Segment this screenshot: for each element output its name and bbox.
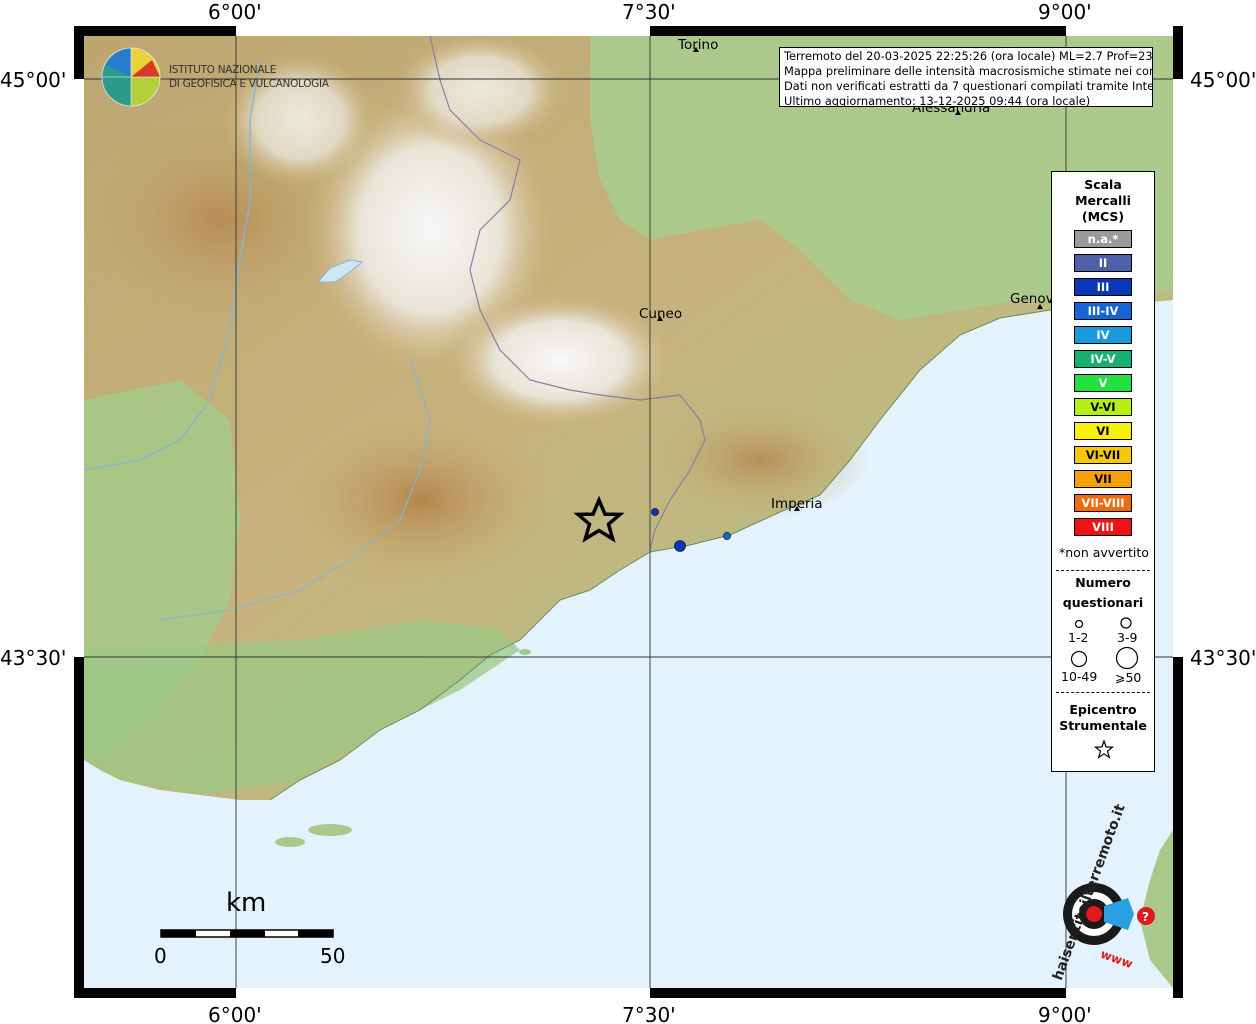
city-cuneo: Cuneo bbox=[639, 306, 682, 322]
epicenter-legend-star-icon bbox=[1093, 739, 1115, 759]
city-label-cuneo: Cuneo bbox=[639, 306, 682, 322]
mcs-scale-item: III-IV bbox=[1074, 302, 1132, 320]
mcs-scale-item: VIII bbox=[1074, 518, 1132, 536]
prealps-relief bbox=[280, 410, 560, 590]
city-label-torino: Torino bbox=[677, 37, 718, 53]
scale-bar-max: 50 bbox=[320, 944, 346, 968]
scale-bar bbox=[160, 929, 334, 938]
event-info-box: Terremoto del 20-03-2025 22:25:26 (ora l… bbox=[779, 47, 1153, 107]
island-hyeres-2 bbox=[275, 837, 305, 847]
count-label-1-2: 1-2 bbox=[1068, 630, 1089, 645]
mcs-scale-item: IV-V bbox=[1074, 350, 1132, 368]
event-info-line1: Terremoto del 20-03-2025 22:25:26 (ora l… bbox=[784, 49, 1153, 63]
ingv-logo-line1: ISTITUTO NAZIONALE bbox=[169, 64, 277, 76]
epicenter-title-line1: Epicentro bbox=[1069, 702, 1137, 717]
report-point[interactable] bbox=[723, 532, 731, 540]
lon-label-top-7-30: 7°30' bbox=[622, 0, 676, 24]
event-info-line4: Ultimo aggiornamento: 13-12-2025 09:44 (… bbox=[784, 94, 1091, 107]
lon-label-bottom-9: 9°00' bbox=[1038, 1003, 1092, 1024]
mcs-scale-item: V bbox=[1074, 374, 1132, 392]
lon-label-top-6: 6°00' bbox=[208, 0, 262, 24]
epicenter-title-line2: Strumentale bbox=[1059, 718, 1147, 733]
ingv-logo-icon bbox=[101, 47, 161, 107]
scale-bar-unit: km bbox=[226, 888, 267, 918]
count-label-10-49: 10-49 bbox=[1061, 669, 1098, 684]
mcs-scale-item: VII-VIII bbox=[1074, 494, 1132, 512]
mcs-scale-item: IV bbox=[1074, 326, 1132, 344]
count-title-line1: Numero bbox=[1075, 575, 1131, 590]
mcs-scale-item: V-VI bbox=[1074, 398, 1132, 416]
mcs-scale-item: VI bbox=[1074, 422, 1132, 440]
island-hyeres-1 bbox=[308, 824, 352, 836]
lat-label-right-43-30: 43°30' bbox=[1190, 646, 1256, 670]
mcs-scale-item: n.a.* bbox=[1074, 230, 1132, 248]
report-point[interactable] bbox=[651, 508, 659, 516]
city-imperia: Imperia bbox=[771, 496, 823, 512]
count-label-3-9: 3-9 bbox=[1117, 630, 1138, 645]
ligurian-relief bbox=[650, 400, 870, 520]
legend-divider bbox=[1056, 692, 1150, 693]
mcs-scale-item: VI-VII bbox=[1074, 446, 1132, 464]
legend-panel: Scala Mercalli (MCS) n.a.* II III III-IV IV I… bbox=[1051, 171, 1155, 772]
svg-text:?: ? bbox=[1142, 910, 1149, 924]
event-info-line3: Dati non verificati estratti da 7 questi… bbox=[784, 79, 1153, 93]
island-lerins bbox=[519, 649, 531, 655]
mcs-scale-item: II bbox=[1074, 254, 1132, 272]
count-title-line2: questionari bbox=[1062, 595, 1144, 610]
legend-title-line3: (MCS) bbox=[1081, 209, 1125, 224]
lat-label-left-45: 45°00' bbox=[0, 68, 66, 92]
lon-label-top-9: 9°00' bbox=[1038, 0, 1092, 24]
report-point[interactable] bbox=[674, 540, 686, 552]
mcs-scale-item: VII bbox=[1074, 470, 1132, 488]
lat-label-left-43-30: 43°30' bbox=[0, 646, 66, 670]
count-label-50: ⩾50 bbox=[1115, 670, 1142, 685]
scale-bar-min: 0 bbox=[154, 944, 167, 968]
event-info-line2: Mappa preliminare delle intensità macros… bbox=[784, 64, 1153, 78]
city-torino: Torino bbox=[677, 37, 718, 53]
lat-label-right-45: 45°00' bbox=[1190, 68, 1256, 92]
legend-divider bbox=[1056, 570, 1150, 571]
legend-title-line1: Scala bbox=[1084, 177, 1122, 192]
city-label-imperia: Imperia bbox=[771, 496, 823, 512]
legend-title-line2: Mercalli bbox=[1075, 193, 1131, 208]
ingv-logo-line2: DI GEOFISICA E VULCANOLOGIA bbox=[169, 78, 329, 90]
mcs-scale-item: III bbox=[1074, 278, 1132, 296]
lon-label-bottom-7-30: 7°30' bbox=[622, 1003, 676, 1024]
not-felt-note: *non avvertito bbox=[1059, 545, 1149, 560]
lon-label-bottom-6: 6°00' bbox=[208, 1003, 262, 1024]
alps-snow-northeast bbox=[390, 36, 570, 150]
